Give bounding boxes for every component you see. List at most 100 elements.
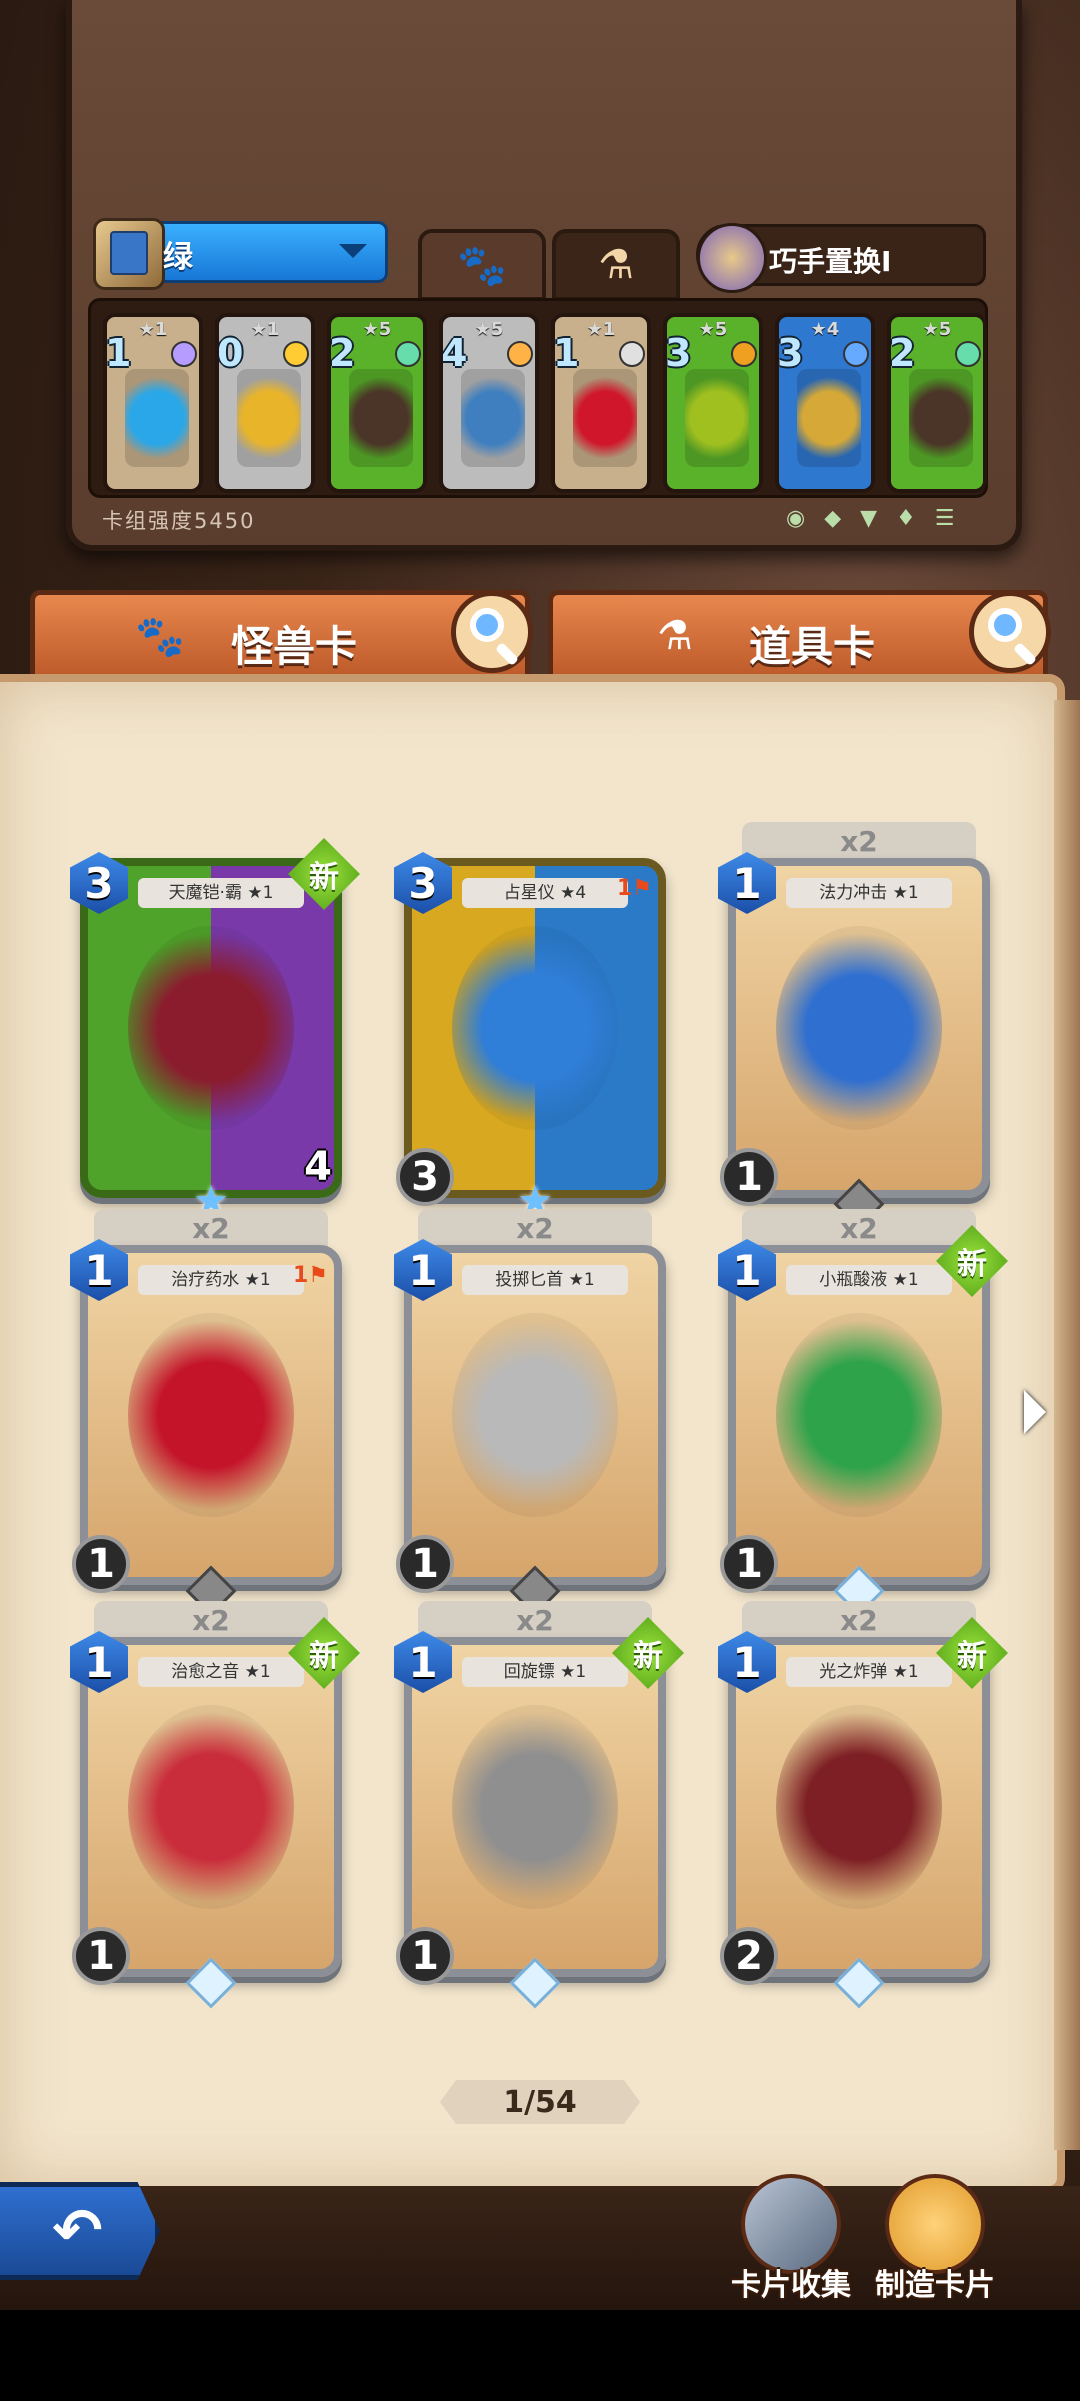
flag-count: 1 [292,1263,309,1288]
rarity-gem-icon [843,341,869,367]
rarity-gem-icon [171,341,197,367]
tab-item-deck[interactable]: ⚗ [552,229,680,301]
card-count: x2 [742,1209,976,1249]
rarity-gem-icon [619,341,645,367]
deck-card-art [461,369,525,467]
item-card[interactable]: x2 投掷匕首 ★1 1 1 [394,1209,666,1617]
deck-card-art [797,369,861,467]
card-title: 治疗药水 ★1 [138,1265,304,1295]
avatar [697,223,767,293]
card-count: x2 [94,1209,328,1249]
deck-name: 绿 [163,240,193,275]
deck-card-art [349,369,413,467]
card-frame: 投掷匕首 ★1 [404,1245,666,1585]
deck-selector[interactable]: 绿 [93,218,388,290]
tab-monster-cards[interactable]: 🐾 怪兽卡 [30,590,533,682]
item-card[interactable]: x2 治疗药水 ★1 1 1 1⚑ [70,1209,342,1617]
potion-icon: ⚗ [598,242,634,288]
rarity-gem-icon [283,341,309,367]
card-title: 天魔铠·霸 ★1 [138,878,304,908]
deck-card-cost: 2 [329,331,356,375]
craft-card-button[interactable]: 制造卡片 [875,2174,995,2324]
card-title: 小瓶酸液 ★1 [786,1265,952,1295]
card-art [776,1313,942,1517]
deck-card[interactable]: ★1 0 [215,313,315,493]
deck-card-cost: 1 [105,331,132,375]
deck-card-cost: 1 [553,331,580,375]
item-card[interactable]: x2 回旋镖 ★1 1 1 新 [394,1601,684,2009]
card-frame: 占星仪 ★4 [404,858,666,1198]
card-title: 光之炸弹 ★1 [786,1657,952,1687]
deck-card[interactable]: ★5 4 [439,313,539,493]
search-icon[interactable] [451,591,533,673]
deck-card-cost: 2 [889,331,916,375]
card-stat: 1 [396,1927,454,1985]
item-card[interactable]: 占星仪 ★4 3 3 1⚑ ★ [394,852,666,1224]
flag-icon: 1⚑ [616,876,652,901]
card-title: 投掷匕首 ★1 [462,1265,628,1295]
card-art [452,1705,618,1909]
item-card[interactable]: x2 法力冲击 ★1 1 1 [718,822,990,1230]
card-stat: 1 [72,1927,130,1985]
card-frame: 法力冲击 ★1 [728,858,990,1198]
card-count: x2 [742,1601,976,1641]
deck-card[interactable]: ★4 3 [775,313,875,493]
rarity-gem-icon [507,341,533,367]
back-arrow-icon: ↶ [52,2196,103,2266]
paw-icon: 🐾 [135,614,185,660]
next-page-icon[interactable] [1024,1390,1046,1434]
card-count: x2 [742,822,976,862]
rarity-gem-icon [955,341,981,367]
card-frame: 小瓶酸液 ★1 [728,1245,990,1585]
item-card[interactable]: x2 治愈之音 ★1 1 1 新 [70,1601,360,2009]
swap-label: 巧手置换I [769,245,892,278]
craft-card-label: 制造卡片 [875,2268,995,2303]
card-art [128,1313,294,1517]
card-count: x2 [418,1209,652,1249]
card-stat: 1 [72,1535,130,1593]
deck-card[interactable]: ★5 2 [327,313,427,493]
card-count: x2 [418,1601,652,1641]
deck-card-art [573,369,637,467]
back-button[interactable]: ↶ [0,2182,160,2280]
page-indicator: 1/54 [440,2080,640,2124]
card-art [452,926,618,1130]
system-nav-bar [0,2310,1080,2401]
deck-book-icon [93,218,165,290]
card-title: 治愈之音 ★1 [138,1657,304,1687]
deck-card-cost: 0 [217,331,244,375]
card-stat: 1 [396,1535,454,1593]
rarity-gem-icon [731,341,757,367]
deck-card[interactable]: ★1 1 [103,313,203,493]
deck-card-cost: 3 [665,331,692,375]
deck-strength: 卡组强度5450 [102,509,256,533]
card-frame: 光之炸弹 ★1 [728,1637,990,1977]
book-edge [1054,700,1080,2150]
tab-item-cards[interactable]: ⚗ 道具卡 [548,590,1051,682]
card-stat: 2 [720,1927,778,1985]
search-icon[interactable] [969,591,1051,673]
item-card[interactable]: x2 小瓶酸液 ★1 1 1 新 [718,1209,1008,1617]
deck-filter-icons[interactable]: ◉ ◆ ▼ ♦ ☰ [786,506,960,531]
card-art [452,1313,618,1517]
deck-card[interactable]: ★1 1 [551,313,651,493]
card-art [776,926,942,1130]
item-card[interactable]: 天魔铠·霸 ★1 3 新 ★ 4 [70,838,360,1224]
card-collection-icon [741,2174,841,2274]
flag-count: 1 [616,876,633,901]
card-frame: 回旋镖 ★1 [404,1637,666,1977]
deck-card-art [685,369,749,467]
deck-card[interactable]: ★5 2 [887,313,987,493]
card-collection-button[interactable]: 卡片收集 [731,2174,851,2324]
tab-monster-deck[interactable]: 🐾 [418,229,546,301]
deck-card[interactable]: ★5 3 [663,313,763,493]
deck-card-art [237,369,301,467]
swap-button[interactable]: 巧手置换I [696,223,986,293]
chevron-down-icon [339,244,367,258]
card-count: x2 [94,1601,328,1641]
deck-card-row: ★1 1 ★1 0 ★5 2 ★5 4 ★1 1 ★5 3 ★4 3 ★5 2 [88,298,988,498]
card-title: 法力冲击 ★1 [786,878,952,908]
card-stat: 3 [396,1148,454,1206]
potion-icon: ⚗ [657,613,693,659]
item-card[interactable]: x2 光之炸弹 ★1 1 2 新 [718,1601,1008,2009]
